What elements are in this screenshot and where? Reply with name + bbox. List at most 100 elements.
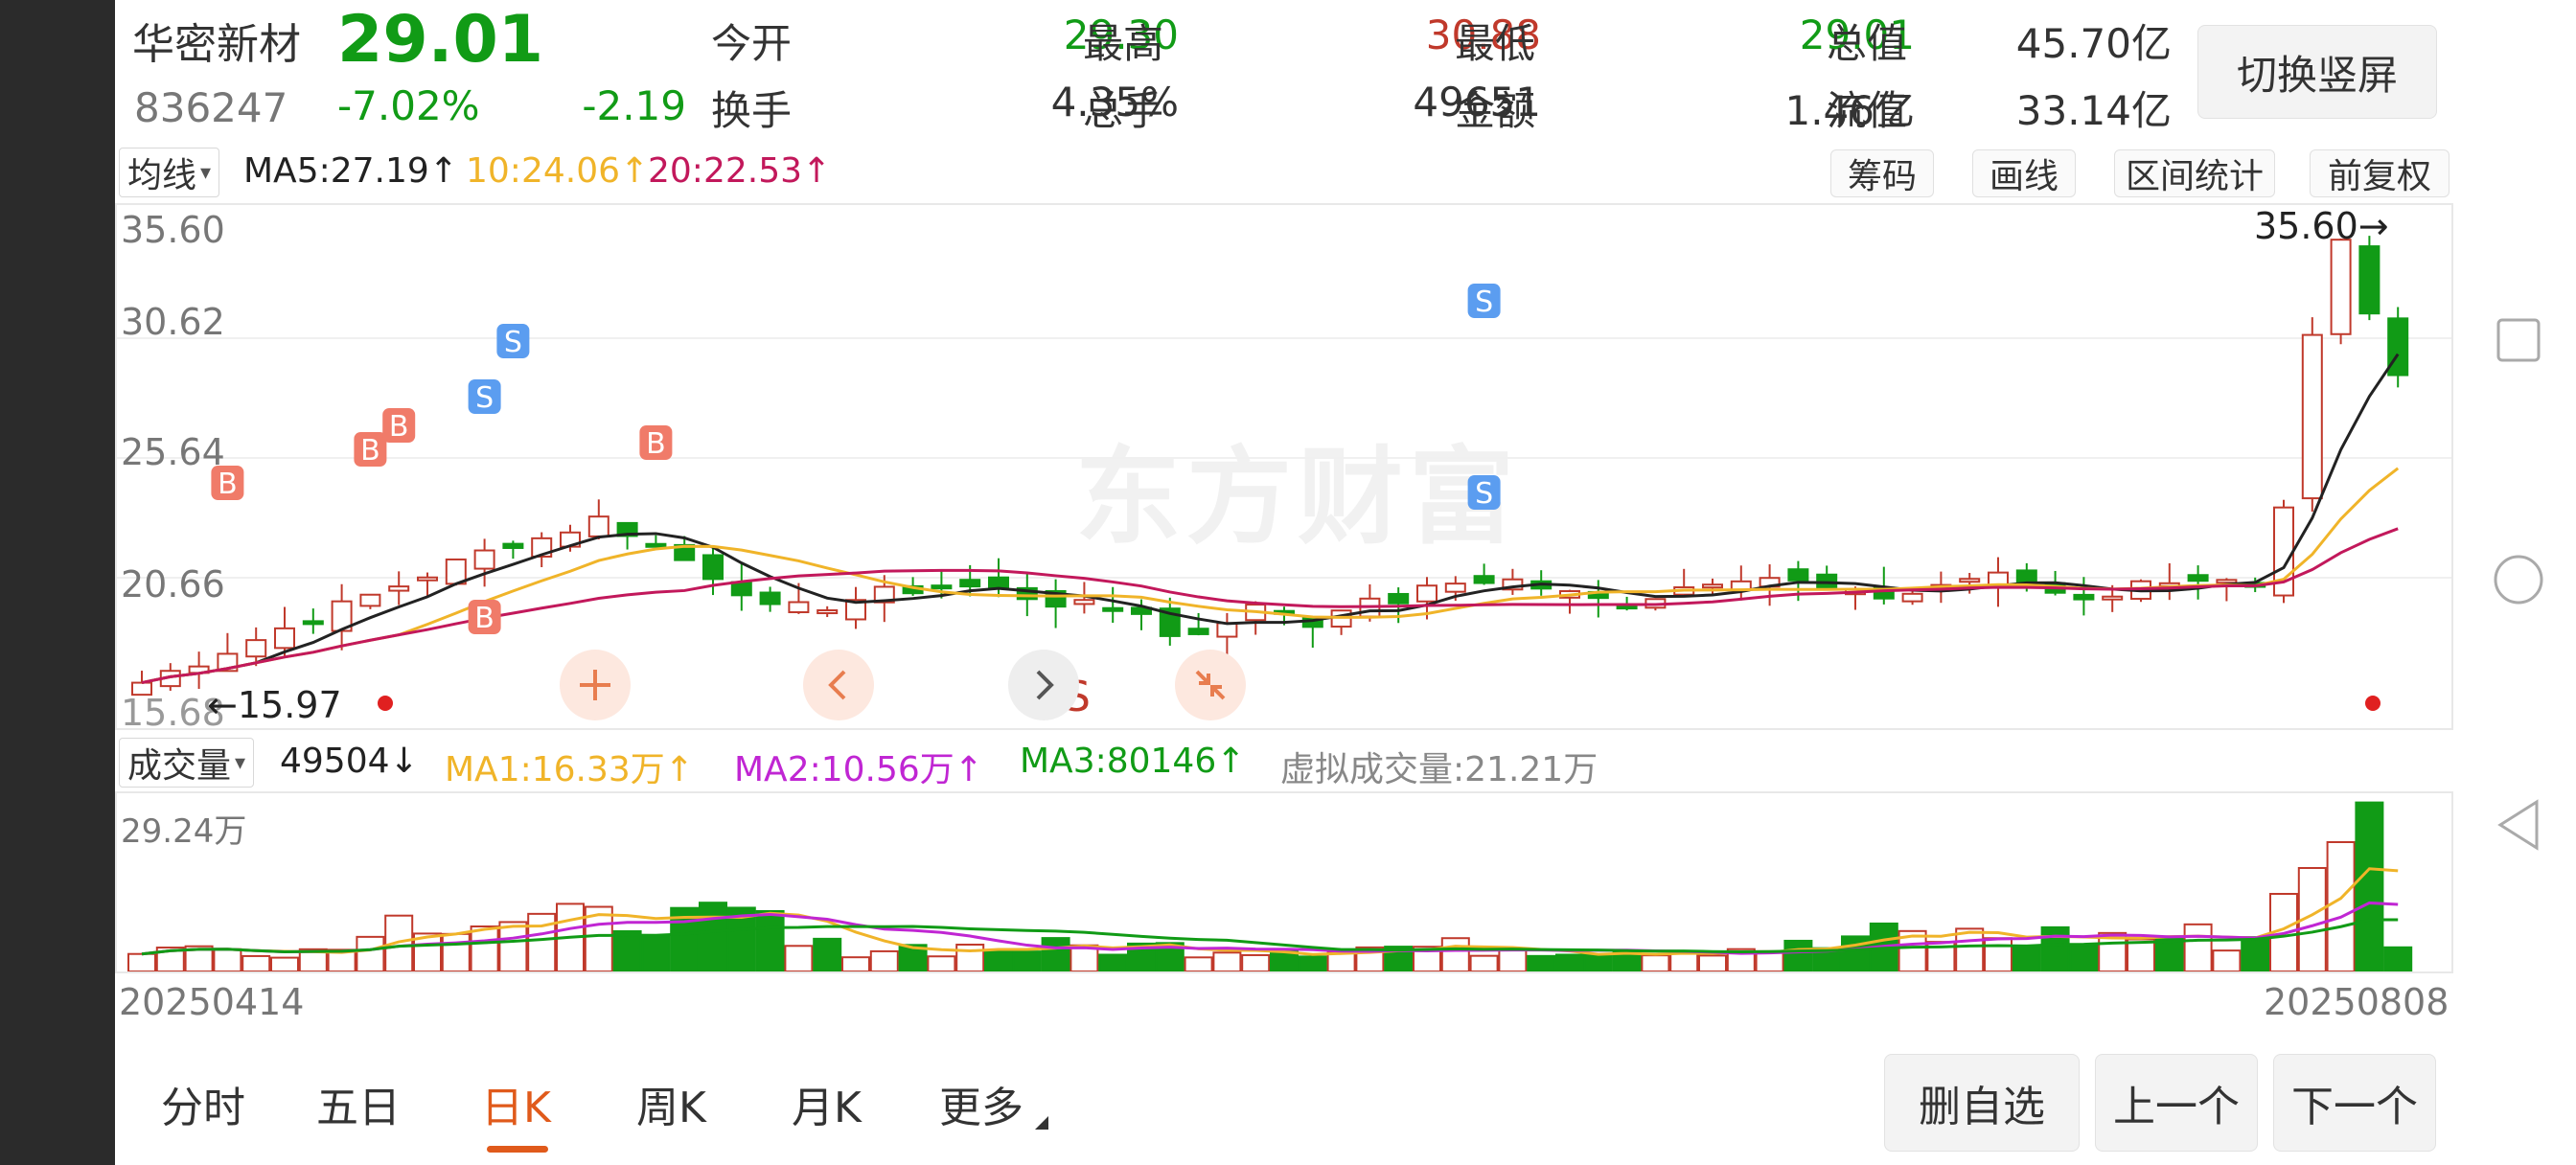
adjust-button[interactable]: 前复权 [2310, 149, 2450, 197]
candle-body [359, 593, 381, 607]
volume-bar [2069, 944, 2099, 971]
recent-apps-button[interactable] [2461, 297, 2576, 383]
candle-body [1444, 582, 1466, 593]
volume-bar [527, 912, 557, 971]
candle-body [1702, 583, 1723, 589]
volume-value: 49504↓ [280, 742, 419, 781]
next-stock-button[interactable]: 下一个 [2273, 1054, 2436, 1152]
trade-markers: BBBSSBBSS [211, 284, 2380, 711]
left-screen-edge [0, 0, 115, 1165]
candle-body [702, 554, 724, 581]
low-label: 最低 [1455, 20, 1536, 67]
draw-line-button[interactable]: 画线 [1972, 149, 2076, 197]
range-stats-button[interactable]: 区间统计 [2114, 149, 2275, 197]
stock-price: 29.01 [337, 2, 544, 78]
badge-letter: B [360, 434, 380, 468]
compress-icon [1195, 670, 1226, 700]
volume-bar [2183, 923, 2213, 971]
volume-indicator-bar: 成交量 ▾ 49504↓ MA1:16.33万↑ MA2:10.56万↑ MA3… [115, 734, 2453, 791]
volume-bar [1212, 951, 1242, 971]
volume-bar [1984, 937, 2012, 971]
volume-bar [1841, 935, 1870, 971]
candle-body [988, 576, 1009, 589]
float-value: 33.14亿 [2015, 87, 2172, 134]
badge-letter: B [646, 427, 666, 461]
volume-bar [1698, 954, 1727, 971]
volume-bar [841, 956, 870, 971]
ma-selector[interactable]: 均线 ▾ [119, 148, 220, 197]
candle-body [274, 627, 295, 650]
badge-letter: S [504, 326, 522, 359]
volume-label: 总手 [1083, 87, 1164, 134]
vol-ma1: MA1:16.33万↑ [445, 750, 694, 789]
volume-bar [356, 935, 385, 971]
volume-bar [1498, 948, 1528, 971]
candle-body [931, 584, 953, 590]
tab-more[interactable]: 更多 [939, 1073, 1024, 1134]
ma10-value: 10:24.06↑ [466, 151, 650, 191]
square-icon [2496, 318, 2541, 362]
tab-five-day[interactable]: 五日 [316, 1073, 401, 1134]
volume-bar [699, 902, 727, 971]
volume-bar [612, 929, 642, 971]
volume-bar [2012, 944, 2041, 971]
delete-watchlist-button[interactable]: 删自选 [1884, 1054, 2080, 1152]
previous-stock-button[interactable]: 上一个 [2095, 1054, 2258, 1152]
volume-bar [1469, 954, 1499, 971]
tab-weekly-k[interactable]: 周K [636, 1073, 706, 1134]
volume-selector[interactable]: 成交量 ▾ [119, 738, 255, 788]
volume-bar [2040, 925, 2070, 971]
float-label: 流值 [1827, 87, 1908, 134]
badge-letter: S [1475, 477, 1493, 511]
volume-bars [127, 801, 2413, 971]
scroll-right-button[interactable] [1008, 650, 1079, 720]
mktcap-label: 总值 [1827, 20, 1908, 67]
zoom-out-button[interactable] [1175, 650, 1246, 720]
stock-kline-panel: 华密新材 29.01 836247 -7.02% -2.19 今开 29.30 … [115, 0, 2461, 1165]
kline-chart[interactable]: 东方财富 BBBSSBBSS 35.60 30.62 25.64 20.66 1… [115, 203, 2453, 734]
volume-selector-label: 成交量 [127, 746, 232, 786]
vol-ma2: MA2:10.56万↑ [734, 750, 983, 789]
switch-portrait-button[interactable]: 切换竖屏 [2197, 25, 2437, 119]
start-date: 20250414 [119, 981, 305, 1023]
candle-body [645, 542, 667, 548]
stock-change-pct: -7.02% [337, 82, 480, 129]
volume-bar [1012, 950, 1042, 971]
volume-bar [984, 948, 1013, 971]
price-axis-label-4: 20.66 [121, 563, 225, 605]
candle-body [1901, 592, 1923, 603]
ma-selector-label: 均线 [127, 156, 197, 195]
volume-bar [2241, 936, 2270, 971]
active-tab-indicator [487, 1146, 548, 1153]
chevron-down-icon: ▾ [235, 750, 246, 775]
triangle-back-icon [2497, 799, 2539, 851]
candle-body [730, 581, 752, 597]
candle-body [1416, 584, 1438, 603]
ma-indicator-bar: 均线 ▾ MA5:27.19↑ 10:24.06↑ 20:22.53↑ 筹码 画… [115, 144, 2453, 201]
open-label: 今开 [711, 20, 793, 67]
volume-bar [1955, 927, 1985, 971]
candle-body [502, 542, 524, 549]
tab-daily-k[interactable]: 日K [481, 1073, 551, 1134]
stock-name: 华密新材 [132, 20, 301, 69]
volume-bar [1440, 937, 1470, 971]
scroll-left-button[interactable] [803, 650, 874, 720]
candle-body [388, 585, 410, 592]
tab-monthly-k[interactable]: 月K [792, 1073, 862, 1134]
volume-axis-max: 29.24万 [121, 812, 247, 851]
candle-body [2330, 239, 2352, 335]
volume-bar [813, 937, 842, 971]
back-button[interactable] [2461, 782, 2576, 868]
zoom-in-button[interactable] [560, 650, 631, 720]
chips-button[interactable]: 筹码 [1830, 149, 1934, 197]
red-dot [2365, 696, 2380, 711]
volume-chart[interactable]: 29.24万 [115, 791, 2453, 973]
tab-intraday[interactable]: 分时 [161, 1073, 245, 1134]
mktcap-value: 45.70亿 [2015, 20, 2172, 67]
volume-bar [2154, 937, 2184, 971]
candle-body [2102, 595, 2124, 601]
home-button[interactable] [2461, 537, 2576, 623]
candle-body [1073, 599, 1095, 605]
kline-svg: BBBSSBBSS [117, 236, 2451, 711]
dropdown-corner-icon [1035, 1116, 1048, 1130]
